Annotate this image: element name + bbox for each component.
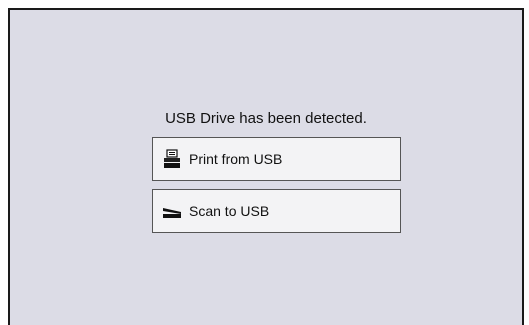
scanner-icon bbox=[161, 200, 183, 222]
printer-icon bbox=[161, 148, 183, 170]
scan-to-usb-button[interactable]: Scan to USB bbox=[152, 189, 401, 233]
print-from-usb-button[interactable]: Print from USB bbox=[152, 137, 401, 181]
scan-to-usb-label: Scan to USB bbox=[189, 203, 270, 219]
usb-detected-message: USB Drive has been detected. bbox=[165, 110, 367, 127]
print-from-usb-label: Print from USB bbox=[189, 151, 283, 167]
usb-detected-screen: USB Drive has been detected. Print from … bbox=[8, 8, 524, 325]
